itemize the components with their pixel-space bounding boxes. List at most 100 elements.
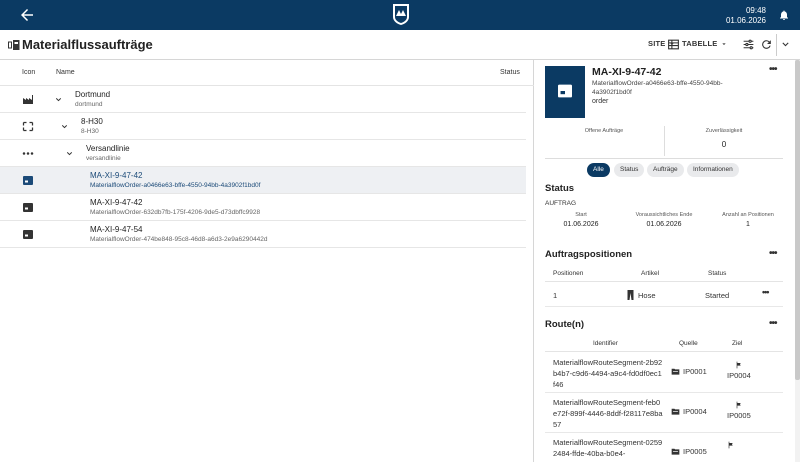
table-row[interactable]: MA-XI-9-47-54 MaterialflowOrder-474be848…: [0, 221, 526, 248]
row-name: MA-XI-9-47-42: [90, 198, 143, 207]
table-row[interactable]: Versandlinie versandlinie: [0, 140, 526, 167]
column-header-name[interactable]: Name: [56, 69, 75, 76]
detail-type: order: [592, 98, 609, 105]
route-target-value: IP0005: [727, 411, 751, 420]
table-row[interactable]: Dortmund dortmund: [0, 86, 526, 113]
flag-icon: [736, 361, 741, 369]
detail-subtitle: MaterialflowOrder-a0466e63-bffe-4550-94b…: [592, 80, 723, 96]
end-label: Voraussichtliches Ende: [635, 212, 693, 218]
column-header-status[interactable]: Status: [500, 69, 520, 76]
clock: 09:48 01.06.2026: [726, 6, 766, 26]
count-label: Anzahl an Positionen: [722, 212, 774, 218]
clock-time: 09:48: [745, 6, 766, 15]
notification-bell-icon[interactable]: [778, 8, 790, 22]
divider: [545, 158, 783, 159]
view-dropdown[interactable]: TABELLE: [682, 39, 728, 48]
route-source-value: IP0005: [683, 447, 707, 456]
kpi-value: 0: [721, 140, 727, 149]
table-row[interactable]: MaterialflowRouteSegment-02592484-ffde-4…: [545, 433, 783, 462]
route-identifier: MaterialflowRouteSegment-2b92b4b7-c9d6-4…: [553, 358, 663, 389]
order-box-icon: [558, 84, 572, 98]
more-options-icon[interactable]: •••: [769, 318, 777, 329]
table-row[interactable]: MA-XI-9-47-42 MaterialflowOrder-632db7fb…: [0, 194, 526, 221]
hall-frame-icon: [22, 121, 34, 132]
view-dropdown-label: TABELLE: [682, 39, 718, 48]
route-source: IP0001: [671, 367, 707, 376]
more-options-icon[interactable]: •••: [769, 64, 777, 75]
row-subtitle: MaterialflowOrder-474be848-95c8-46d8-a6d…: [90, 236, 268, 243]
table-row[interactable]: MaterialflowRouteSegment-2b92b4b7-c9d6-4…: [545, 353, 783, 393]
column-header: Artikel: [641, 270, 660, 277]
chevron-down-icon[interactable]: [779, 38, 792, 51]
end-value: 01.06.2026: [646, 221, 682, 228]
page-title: Materialflussaufträge: [22, 37, 153, 52]
row-name: MA-XI-9-47-54: [90, 225, 143, 234]
order-detail-panel: MA-XI-9-47-42 MaterialflowOrder-a0466e63…: [535, 60, 800, 462]
table-row[interactable]: MaterialflowRouteSegment-feb0e72f-899f-4…: [545, 393, 783, 433]
chevron-down-icon[interactable]: [60, 122, 69, 131]
row-name: MA-XI-9-47-42: [90, 171, 143, 180]
column-header: Identifier: [593, 340, 618, 347]
kpi-label: Zuverlässigkeit: [705, 128, 743, 134]
row-subtitle: MaterialflowOrder-a0466e63-bffe-4550-94b…: [90, 182, 261, 189]
route-target-value: IP0004: [727, 371, 751, 380]
table-row[interactable]: 1 Hose Started •••: [545, 283, 783, 307]
more-options-icon[interactable]: •••: [769, 248, 777, 259]
route-source: IP0004: [671, 407, 707, 416]
table-row[interactable]: MA-XI-9-47-42 MaterialflowOrder-a0466e63…: [0, 167, 526, 194]
chip-information[interactable]: Informationen: [687, 163, 739, 177]
column-header: Ziel: [732, 340, 743, 347]
route-identifier: MaterialflowRouteSegment-feb0e72f-899f-4…: [553, 398, 663, 429]
app-header: 09:48 01.06.2026: [0, 0, 800, 30]
chevron-down-icon: [722, 42, 727, 45]
column-header: Positionen: [553, 270, 584, 277]
chip-orders[interactable]: Aufträge: [647, 163, 684, 177]
clock-date: 01.06.2026: [725, 16, 766, 25]
row-subtitle: MaterialflowOrder-632db7fb-175f-4206-9de…: [90, 209, 261, 216]
chevron-down-icon[interactable]: [54, 95, 63, 104]
order-box-icon: [23, 203, 33, 212]
toolbar-divider: [776, 34, 777, 56]
chip-status[interactable]: Status: [614, 163, 645, 177]
column-header-icon: Icon: [22, 69, 36, 76]
order-avatar: [545, 66, 585, 118]
route-target: IP0004: [727, 361, 751, 380]
kpi-reliability: Zuverlässigkeit 0: [665, 126, 783, 156]
filter-settings-icon[interactable]: [742, 38, 755, 51]
line-dots-icon: [22, 152, 34, 155]
route-target: [727, 441, 735, 451]
detail-title: MA-XI-9-47-42: [592, 66, 662, 78]
row-subtitle: dortmund: [75, 101, 103, 108]
flag-icon: [736, 401, 741, 409]
row-name: 8-H30: [81, 117, 103, 126]
table-view-icon[interactable]: [667, 38, 680, 51]
status-kind: AUFTRAG: [545, 200, 577, 207]
detail-scrollbar[interactable]: [795, 60, 800, 462]
back-arrow-icon[interactable]: [18, 6, 36, 24]
column-header: Status: [708, 270, 727, 277]
refresh-icon[interactable]: [760, 38, 773, 51]
factory-icon: [23, 95, 33, 104]
page-toolbar: Materialflussaufträge SITE TABELLE: [0, 30, 800, 60]
row-more-options-icon[interactable]: •••: [762, 287, 770, 297]
column-header: Quelle: [679, 340, 698, 347]
kpi-open-orders: Offene Aufträge: [545, 126, 663, 156]
order-tree-table: Icon Name Status Dortmund dortmund 8-H30…: [0, 60, 534, 462]
row-name: Versandlinie: [86, 144, 130, 153]
route-target: IP0005: [727, 401, 751, 420]
section-heading-routes: Route(n): [545, 319, 585, 330]
flag-icon: [728, 441, 733, 449]
folder-icon: [671, 448, 680, 455]
row-name: Dortmund: [75, 90, 111, 99]
route-identifier: MaterialflowRouteSegment-02592484-ffde-4…: [553, 438, 663, 458]
order-box-icon: [23, 176, 33, 185]
table-row[interactable]: 8-H30 8-H30: [0, 113, 526, 140]
route-source-value: IP0004: [683, 407, 707, 416]
pants-icon: [627, 290, 634, 300]
start-value: 01.06.2026: [563, 221, 599, 228]
scrollbar-thumb[interactable]: [795, 60, 800, 380]
order-box-icon: [23, 230, 33, 239]
chevron-down-icon[interactable]: [65, 149, 74, 158]
position-status: Started: [705, 291, 730, 300]
chip-all[interactable]: Alle: [587, 163, 610, 177]
